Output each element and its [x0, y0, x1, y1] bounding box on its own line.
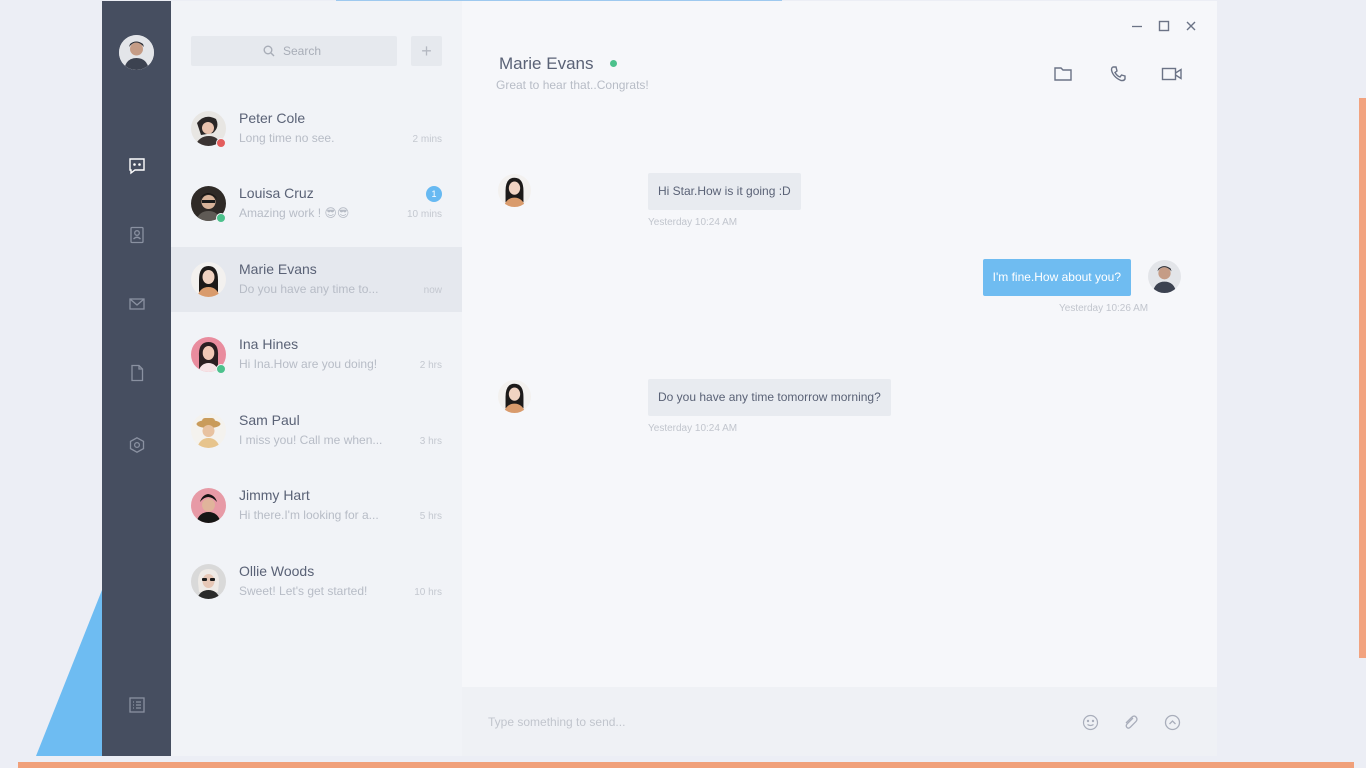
chat-subtitle: Great to hear that..Congrats!: [496, 78, 649, 92]
contact-time: 5 hrs: [419, 511, 442, 522]
send-icon[interactable]: [1163, 713, 1181, 731]
status-dot: [216, 138, 226, 148]
message-composer: [462, 687, 1217, 756]
message-time: Yesterday 10:24 AM: [648, 217, 738, 228]
contact-time: now: [423, 285, 442, 296]
avatar: [191, 564, 226, 599]
status-dot: [216, 213, 226, 223]
contact-last-message: Sweet! Let's get started!: [239, 584, 368, 598]
contact-last-message: I miss you! Call me when...: [239, 433, 383, 447]
status-dot: [216, 364, 226, 374]
maximize-icon[interactable]: [1157, 19, 1171, 33]
document-icon[interactable]: [127, 363, 147, 383]
message-avatar: [498, 380, 531, 413]
search-box[interactable]: [191, 36, 397, 66]
avatar: [191, 488, 226, 523]
background-bottom-bar: [18, 762, 1354, 768]
message-input[interactable]: [486, 711, 990, 733]
contact-name: Ina Hines: [239, 336, 299, 352]
my-message-avatar: [1148, 260, 1181, 293]
contact-last-message: Hi there.I'm looking for a...: [239, 508, 379, 522]
message-bubble-outgoing: I'm fine.How about you?: [982, 259, 1131, 296]
minimize-icon[interactable]: [1130, 19, 1144, 33]
contact-item-marie-evans[interactable]: Marie Evans Do you have any time to... n…: [171, 247, 462, 312]
chat-icon[interactable]: [127, 156, 147, 176]
list-icon[interactable]: [127, 695, 147, 715]
contact-time: 10 mins: [406, 209, 442, 220]
contact-item-sam-paul[interactable]: Sam Paul I miss you! Call me when... 3 h…: [171, 398, 462, 463]
user-avatar[interactable]: [119, 35, 154, 70]
phone-icon[interactable]: [1107, 64, 1129, 84]
video-icon[interactable]: [1161, 64, 1183, 84]
contact-name: Jimmy Hart: [239, 487, 310, 503]
message-bubble-incoming: Hi Star.How is it going :D: [648, 173, 801, 210]
contacts-panel: + Peter Cole Long time no see. 2 mins Lo…: [171, 1, 462, 756]
message-bubble-incoming: Do you have any time tomorrow morning?: [648, 379, 891, 416]
contact-time: 2 mins: [412, 134, 442, 145]
contact-name: Peter Cole: [239, 110, 306, 126]
contact-name: Sam Paul: [239, 412, 300, 428]
contact-name: Marie Evans: [239, 261, 317, 277]
mail-icon[interactable]: [127, 294, 147, 314]
contact-time: 10 hrs: [414, 587, 442, 598]
online-status-dot: [610, 60, 617, 67]
contact-last-message: Amazing work ! 😎😎: [239, 206, 350, 220]
sidebar: [102, 1, 171, 756]
contact-last-message: Do you have any time to...: [239, 282, 379, 296]
messenger-window: + Peter Cole Long time no see. 2 mins Lo…: [102, 1, 1217, 756]
folder-icon[interactable]: [1052, 64, 1074, 84]
contact-name: Louisa Cruz: [239, 185, 314, 201]
contact-item-louisa-cruz[interactable]: Louisa Cruz Amazing work ! 😎😎 10 mins 1: [171, 171, 462, 236]
message-time: Yesterday 10:24 AM: [648, 423, 738, 434]
attach-icon[interactable]: [1121, 713, 1139, 731]
unread-badge: 1: [426, 186, 442, 202]
settings-icon[interactable]: [127, 435, 147, 455]
search-input[interactable]: [281, 43, 325, 59]
chat-contact-name: Marie Evans: [499, 54, 594, 73]
background-right-bar: [1359, 98, 1366, 658]
chat-panel: Marie Evans Great to hear that..Congrats…: [462, 1, 1217, 756]
contacts-icon[interactable]: [127, 225, 147, 245]
contact-item-peter-cole[interactable]: Peter Cole Long time no see. 2 mins: [171, 96, 462, 161]
close-icon[interactable]: [1184, 19, 1198, 33]
contact-item-jimmy-hart[interactable]: Jimmy Hart Hi there.I'm looking for a...…: [171, 473, 462, 538]
avatar: [191, 413, 226, 448]
emoji-icon[interactable]: [1081, 713, 1099, 731]
avatar: [191, 262, 226, 297]
contact-time: 3 hrs: [419, 436, 442, 447]
contact-last-message: Long time no see.: [239, 131, 335, 145]
contact-name: Ollie Woods: [239, 563, 315, 579]
search-icon: [263, 45, 275, 57]
contact-time: 2 hrs: [419, 360, 442, 371]
add-contact-button[interactable]: +: [411, 36, 442, 66]
contact-last-message: Hi Ina.How are you doing!: [239, 357, 378, 371]
message-time: Yesterday 10:26 AM: [1059, 303, 1149, 314]
message-avatar: [498, 174, 531, 207]
contact-item-ollie-woods[interactable]: Ollie Woods Sweet! Let's get started! 10…: [171, 549, 462, 614]
contact-item-ina-hines[interactable]: Ina Hines Hi Ina.How are you doing! 2 hr…: [171, 322, 462, 387]
